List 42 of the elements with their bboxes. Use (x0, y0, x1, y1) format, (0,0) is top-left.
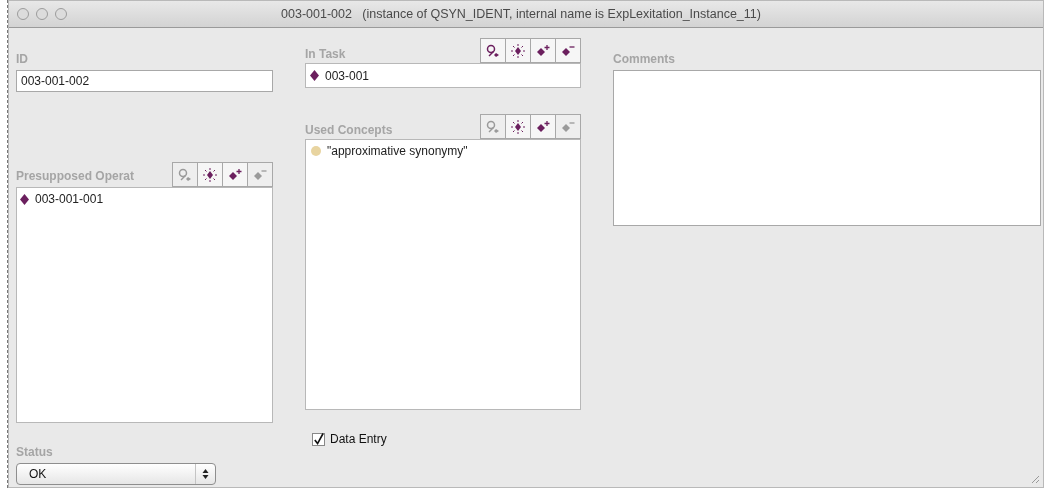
toolbar-button[interactable] (222, 162, 248, 187)
find-icon (178, 167, 192, 182)
window-title: 003-001-002 (instance of QSYN_IDENT, internal name is ExpLexitation_Instance_11) (280, 5, 762, 23)
find-icon (486, 43, 500, 58)
field-label: In Task (305, 46, 346, 63)
stepper-arrows-icon (202, 468, 209, 480)
diamond-plus-icon (536, 119, 550, 134)
sparkle-icon (511, 119, 525, 134)
checkbox[interactable] (312, 432, 325, 446)
resize-grip-icon[interactable] (1030, 474, 1040, 484)
diamond-plus-icon (536, 43, 550, 58)
toolbar-button[interactable] (197, 162, 223, 187)
diamond-plus-icon (228, 167, 242, 182)
id-field[interactable]: 003-001-002 (16, 70, 273, 92)
sparkle-icon (203, 167, 217, 182)
toolbar-button[interactable] (505, 114, 531, 139)
status-select[interactable]: OK (16, 463, 216, 485)
list-item[interactable]: 003-001-001 (35, 190, 104, 208)
sparkle-icon (511, 43, 525, 58)
circle-icon (311, 146, 321, 156)
toolbar-button[interactable] (555, 38, 581, 63)
diamond-icon (20, 193, 29, 205)
toolbar-button[interactable] (530, 38, 556, 63)
toolbar-button[interactable] (480, 38, 506, 63)
field-label: Presupposed Operat (16, 169, 135, 183)
diamond-icon (310, 70, 319, 81)
field-label: ID (16, 51, 29, 68)
diamond-minus-icon (561, 43, 575, 58)
diamond-minus-icon (561, 119, 575, 134)
comments-field[interactable] (613, 70, 1041, 226)
toolbar-button[interactable] (530, 114, 556, 139)
field-label: Comments (613, 51, 676, 68)
list-item[interactable]: 003-001 (325, 66, 370, 85)
checkbox-label: Data Entry (330, 431, 387, 448)
find-icon (486, 119, 500, 134)
list-item[interactable]: "approximative synonymy" (327, 142, 468, 160)
checkmark-icon (313, 432, 324, 446)
diamond-minus-icon (253, 167, 267, 182)
task-field[interactable]: 003-001 (305, 63, 581, 88)
toolbar-button[interactable] (505, 38, 531, 63)
field-label: Used Concepts (305, 122, 393, 139)
field-label: Status (16, 444, 54, 461)
